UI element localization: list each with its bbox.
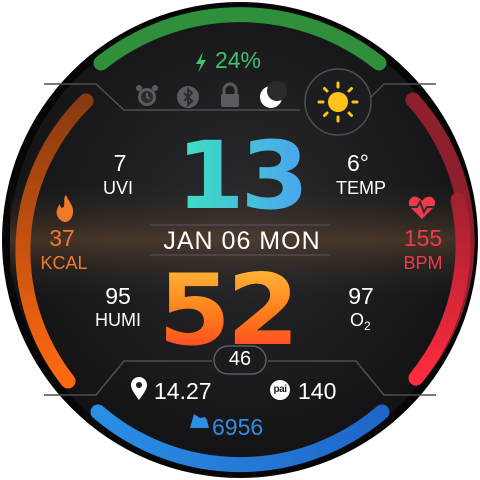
battery-value: 24%	[214, 47, 262, 73]
calories-value: 37	[49, 225, 75, 251]
oxygen-label-main: O	[350, 310, 365, 330]
steps-value: 6956	[212, 414, 264, 440]
uv-label: UVI	[102, 178, 134, 198]
calories-label: KCAL	[40, 253, 88, 273]
date: JAN 06 MON	[163, 227, 321, 255]
seconds: 46	[228, 348, 252, 370]
uv-value: 7	[113, 150, 127, 176]
pai-badge-label: pai	[273, 384, 287, 395]
oxygen-value: 97	[348, 283, 374, 309]
pai-value: 140	[298, 378, 337, 404]
heart-rate-value: 155	[403, 225, 443, 251]
hours: 13	[176, 122, 309, 231]
oxygen-label-subscript: 2	[364, 319, 371, 333]
humidity-value: 95	[105, 283, 131, 309]
minutes: 52	[158, 254, 300, 368]
temperature-label: TEMP	[335, 178, 387, 198]
bluetooth-icon[interactable]	[177, 86, 199, 108]
humidity-label: HUMI	[95, 310, 141, 330]
oxygen-label: O2	[350, 310, 371, 333]
temperature-value: 6°	[347, 150, 369, 176]
heart-rate-label: BPM	[403, 253, 443, 273]
distance-value: 14.27	[154, 378, 212, 404]
